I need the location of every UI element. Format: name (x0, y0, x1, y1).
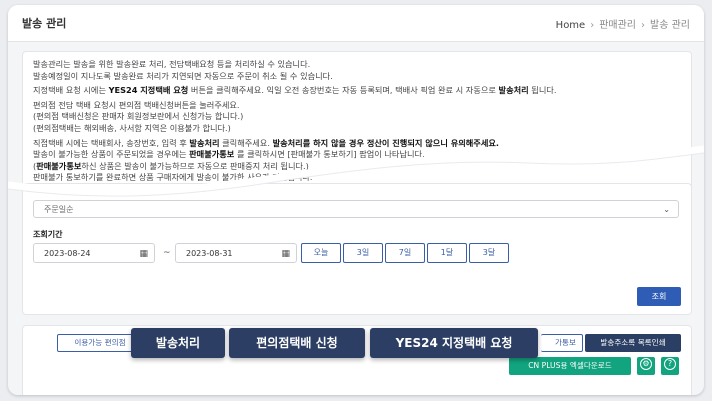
info-line: (편의점택배는 해외배송, 사서함 지역은 이용불가 합니다.) (33, 122, 231, 133)
start-date-value: 2023-08-24 (44, 249, 91, 258)
period-buttons: 오늘 3일 7일 1달 3달 (301, 243, 511, 263)
info-line: 발송예정일이 지나도록 발송완료 처리가 지연되면 자동으로 주문이 취소 될 … (33, 70, 333, 81)
help-button[interactable]: ? (661, 357, 679, 375)
period-today-button[interactable]: 오늘 (301, 243, 341, 263)
yes24-delivery-callout[interactable]: YES24 지정택배 요청 (370, 328, 538, 358)
sort-select-value: 주문일순 (44, 205, 74, 214)
convenience-delivery-callout[interactable]: 편의점택배 신청 (229, 328, 365, 358)
date-range-separator: ~ (163, 248, 171, 258)
top-bar: 발송 관리 Home › 판매관리 › 발송 관리 (8, 5, 704, 42)
ship-process-callout[interactable]: 발송처리 (131, 328, 225, 358)
period-7days-button[interactable]: 7일 (385, 243, 425, 263)
excel-download-button[interactable]: CN PLUS용 엑셀다운로드 (509, 357, 631, 375)
info-line: 편의점 전담 택배 요청시 편의점 택배신청버튼을 눌러주세요. (33, 99, 240, 110)
help-icon: ? (664, 358, 676, 370)
breadcrumb: Home › 판매관리 › 발송 관리 (556, 16, 690, 31)
calendar-icon[interactable]: ▦ (281, 244, 290, 264)
gear-icon: ⚙ (640, 358, 652, 370)
print-address-list-button[interactable]: 발송주소록 목록인쇄 (585, 334, 681, 352)
unavailable-notice-button[interactable]: 가통보 (541, 334, 583, 352)
torn-page-divider (8, 145, 704, 197)
breadcrumb-home[interactable]: Home (556, 20, 586, 31)
end-date-value: 2023-08-31 (186, 249, 233, 258)
period-1month-button[interactable]: 1달 (427, 243, 467, 263)
breadcrumb-current: 발송 관리 (650, 20, 690, 31)
date-range-label: 조회기간 (33, 230, 63, 239)
chevron-right-icon: › (641, 20, 646, 31)
end-date-input[interactable]: 2023-08-31 ▦ (175, 243, 297, 263)
period-3days-button[interactable]: 3일 (343, 243, 383, 263)
breadcrumb-sales[interactable]: 판매관리 (599, 20, 636, 31)
settings-button[interactable]: ⚙ (637, 357, 655, 375)
chevron-right-icon: › (590, 20, 595, 31)
start-date-input[interactable]: 2023-08-24 ▦ (33, 243, 155, 263)
calendar-icon[interactable]: ▦ (139, 244, 148, 264)
info-line: 발송관리는 발송을 위한 발송완료 처리, 전담택배요청 등을 처리하실 수 있… (33, 59, 311, 69)
app-window: 발송 관리 Home › 판매관리 › 발송 관리 발송관리는 발송을 위한 발송완료 … (8, 5, 704, 395)
page-title: 발송 관리 (22, 17, 67, 30)
info-line-yes24: 지정택배 요청 시에는 YES24 지정택배 요청 버튼을 클릭해주세요. 익일… (33, 85, 557, 96)
info-line: (편의점 택배신청은 판매자 회원정보란에서 신청가능 합니다.) (33, 111, 244, 122)
search-button[interactable]: 조회 (637, 287, 681, 306)
period-3months-button[interactable]: 3달 (469, 243, 509, 263)
